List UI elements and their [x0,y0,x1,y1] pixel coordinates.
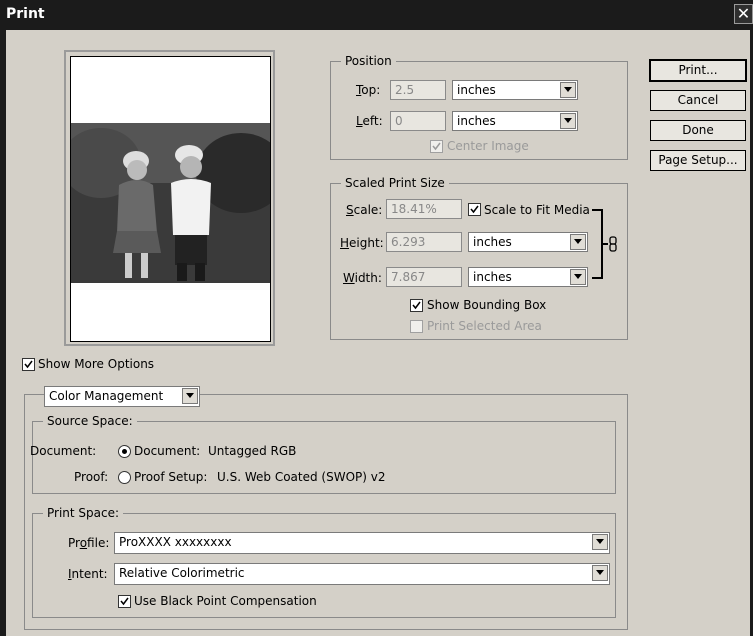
profile-select[interactable]: ProXXXX xxxxxxxx [114,532,610,554]
intent-label: Intent: [68,567,108,581]
print-dialog: Position Top: 2.5 inches Left: 0 inches … [6,30,753,636]
width-label: Width: [343,271,382,285]
scaled-print-size-group: Scaled Print Size [330,176,628,340]
left-label: Left: [356,114,383,128]
options-mode-value: Color Management [49,389,164,403]
show-more-options-checkbox[interactable] [22,358,35,371]
proof-radio[interactable] [118,471,131,484]
close-icon[interactable]: ✕ [734,4,753,24]
options-mode-select[interactable]: Color Management [44,386,200,407]
intent-select[interactable]: Relative Colorimetric [114,563,610,585]
print-button[interactable]: Print... [649,59,747,82]
center-image-label: Center Image [447,139,529,153]
page-setup-button[interactable]: Page Setup... [650,150,746,171]
top-input[interactable]: 2.5 [390,80,446,100]
print-preview [64,50,275,346]
print-space-legend: Print Space: [47,506,120,520]
width-input[interactable]: 7.867 [386,267,462,287]
scale-input[interactable]: 18.41% [386,199,462,219]
top-unit-select[interactable]: inches [452,80,578,100]
scale-to-fit-label: Scale to Fit Media [484,203,590,217]
chain-link-icon[interactable] [609,236,617,252]
left-unit-value: inches [457,114,496,128]
done-button[interactable]: Done [650,120,746,141]
document-radio[interactable] [118,445,131,458]
preview-page [70,56,271,342]
chevron-down-icon[interactable] [182,388,198,404]
intent-value: Relative Colorimetric [119,566,245,580]
chevron-down-icon[interactable] [570,269,586,285]
scaled-legend: Scaled Print Size [345,176,445,190]
left-input[interactable]: 0 [390,111,446,131]
title-bar: Print ✕ [0,0,753,30]
center-image-checkbox[interactable] [430,140,443,153]
document-profile-value: Untagged RGB [208,444,297,458]
height-unit-value: inches [473,235,512,249]
height-unit-select[interactable]: inches [468,232,588,252]
scale-to-fit-checkbox[interactable] [468,203,481,216]
profile-label: Profile: [68,536,110,550]
print-selected-area-checkbox[interactable] [410,320,423,333]
document-label: Document: [30,444,97,458]
chevron-down-icon[interactable] [592,534,608,550]
proof-option-label: Proof Setup: [134,470,208,484]
height-label: Height: [340,236,384,250]
width-unit-select[interactable]: inches [468,267,588,287]
proof-profile-value: U.S. Web Coated (SWOP) v2 [217,470,386,484]
cancel-button[interactable]: Cancel [650,90,746,111]
show-more-options-label: Show More Options [38,357,155,371]
source-space-legend: Source Space: [47,414,133,428]
top-label: Top: [356,83,381,97]
profile-value: ProXXXX xxxxxxxx [119,535,232,549]
scale-label: Scale: [346,203,383,217]
black-point-compensation-checkbox[interactable] [118,595,131,608]
chevron-down-icon[interactable] [570,234,586,250]
show-bounding-box-label: Show Bounding Box [427,298,547,312]
window-title: Print [6,6,45,22]
position-legend: Position [345,54,392,68]
top-unit-value: inches [457,83,496,97]
preview-photo[interactable] [71,123,270,283]
show-bounding-box-checkbox[interactable] [410,299,423,312]
height-input[interactable]: 6.293 [386,232,462,252]
black-point-compensation-label: Use Black Point Compensation [134,594,317,608]
width-unit-value: inches [473,270,512,284]
chevron-down-icon[interactable] [560,82,576,98]
chevron-down-icon[interactable] [560,113,576,129]
chevron-down-icon[interactable] [592,565,608,581]
left-unit-select[interactable]: inches [452,111,578,131]
proof-label: Proof: [74,470,109,484]
print-selected-area-label: Print Selected Area [427,319,542,333]
document-option-label: Document: [134,444,201,458]
